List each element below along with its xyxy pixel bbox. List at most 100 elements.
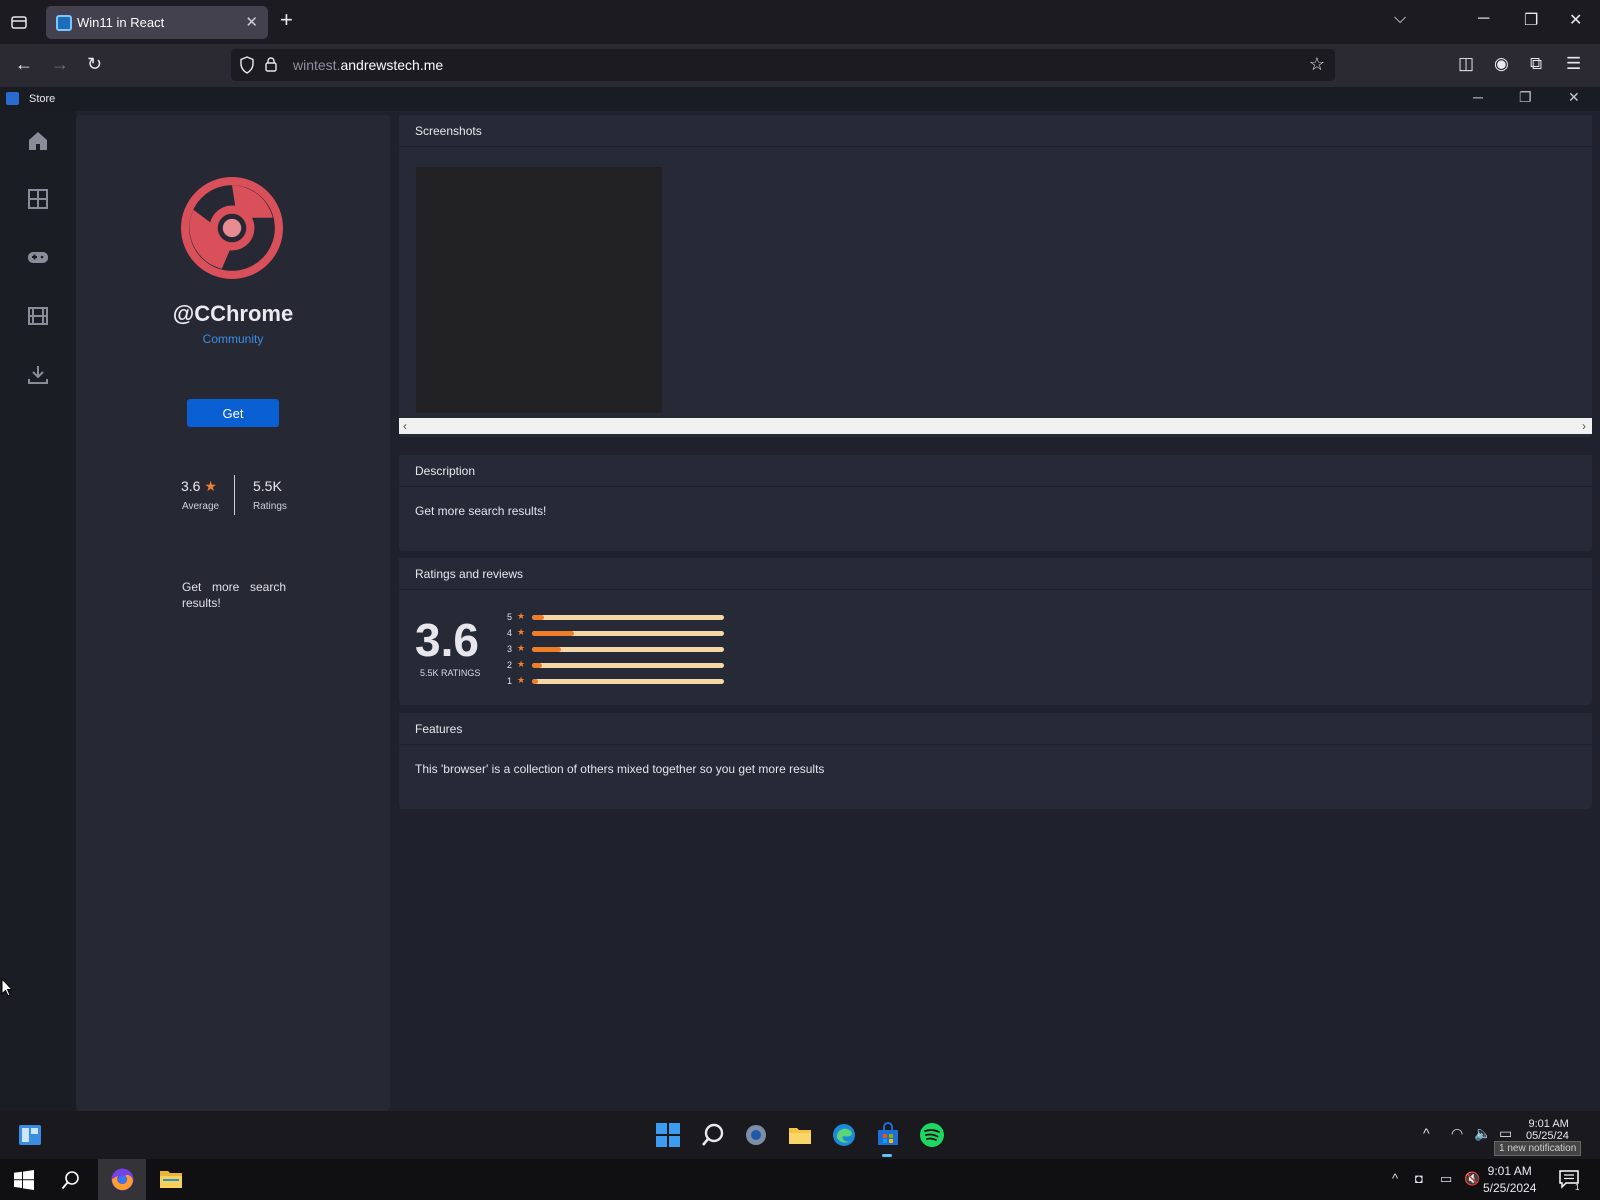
close-tab-icon[interactable]: ✕ — [245, 13, 258, 31]
minimize-icon[interactable]: ─ — [1478, 10, 1489, 28]
menu-icon[interactable]: ☰ — [1566, 54, 1581, 74]
screenshot-thumbnail[interactable] — [416, 167, 662, 413]
store-sidebar — [0, 111, 76, 1111]
meet-now-icon[interactable]: ◘ — [1415, 1171, 1423, 1186]
url-bar[interactable]: wintest.andrewstech.me ☆ — [231, 49, 1335, 81]
big-rating-label: 5.5K RATINGS — [420, 668, 481, 678]
battery-icon[interactable]: ▭ — [1499, 1125, 1512, 1142]
get-button[interactable]: Get — [187, 399, 279, 427]
features-text: This 'browser' is a collection of others… — [415, 762, 825, 776]
movies-icon[interactable] — [26, 304, 50, 328]
average-rating-label: Average — [182, 501, 220, 512]
app-info-panel: @CChrome Community Get 3.6 ★ Average 5.5… — [76, 115, 390, 1111]
store-window-title: Store — [29, 93, 56, 105]
host-start-icon[interactable] — [14, 1170, 34, 1190]
pocket-icon[interactable]: ◫ — [1458, 54, 1474, 74]
search-icon[interactable] — [700, 1122, 726, 1148]
settings-gear-icon[interactable] — [743, 1122, 769, 1148]
store-close-icon[interactable]: ✕ — [1568, 89, 1580, 106]
star-icon: ★ — [517, 675, 526, 685]
cchrome-logo-icon — [181, 177, 283, 279]
rating-bar-fill — [532, 615, 544, 620]
tray-chevron-icon[interactable]: ^ — [1423, 1125, 1430, 1141]
store-taskbar-icon[interactable] — [875, 1122, 901, 1148]
host-explorer-icon[interactable] — [159, 1168, 183, 1190]
browser-tab[interactable]: Win11 in React ✕ — [46, 6, 268, 39]
rating-bar-stars: 4 — [507, 628, 513, 638]
rating-bar-stars: 1 — [507, 676, 513, 686]
scroll-right-icon[interactable]: › — [1582, 418, 1586, 434]
new-tab-button[interactable]: + — [280, 9, 293, 31]
bookmark-star-icon[interactable]: ☆ — [1309, 54, 1325, 75]
big-rating-value: 3.6 — [415, 614, 479, 666]
rating-bar-fill — [532, 631, 575, 636]
gaming-icon[interactable] — [26, 245, 50, 269]
star-icon: ★ — [517, 611, 526, 621]
list-tabs-icon[interactable]: ⌵ — [1394, 10, 1406, 28]
shield-icon[interactable] — [239, 56, 255, 74]
back-icon[interactable]: ← — [15, 54, 33, 75]
account-icon[interactable]: ◉ — [1494, 54, 1509, 74]
tab-overview-icon[interactable] — [10, 13, 28, 31]
store-minimize-icon[interactable]: ─ — [1473, 89, 1483, 105]
rating-bar-fill — [532, 679, 538, 684]
browser-nav-bar: ← → ↻ wintest.andrewstech.me ☆ ◫ ◉ ⧉ ☰ — [0, 44, 1600, 87]
store-window: Store ─ ❐ ✕ @CChrome Community Get 3.6 ★… — [0, 87, 1600, 1111]
file-explorer-icon[interactable] — [787, 1122, 813, 1148]
home-icon[interactable] — [26, 129, 50, 153]
inner-clock[interactable]: 9:01 AM 05/25/24 — [1526, 1118, 1569, 1142]
rating-bar-stars: 3 — [507, 644, 513, 654]
scroll-left-icon[interactable]: ‹ — [403, 418, 407, 434]
lock-icon[interactable] — [264, 56, 278, 73]
features-section: Features This 'browser' is a collection … — [399, 713, 1592, 809]
publisher-link[interactable]: Community — [76, 332, 390, 346]
ratings-section: Ratings and reviews 3.6 5.5K RATINGS 5 ★ 4… — [399, 558, 1592, 705]
rating-bar-fill — [532, 663, 542, 668]
action-center-icon[interactable]: 1 — [1558, 1169, 1582, 1191]
download-icon[interactable] — [26, 363, 50, 387]
reload-icon[interactable]: ↻ — [87, 54, 102, 75]
host-clock[interactable]: 9:01 AM 5/25/2024 — [1483, 1163, 1536, 1197]
app-title: @CChrome — [172, 301, 294, 326]
tab-favicon-icon — [56, 15, 72, 31]
host-tray-chevron-icon[interactable]: ^ — [1392, 1171, 1398, 1186]
apps-icon[interactable] — [26, 187, 50, 211]
store-titlebar: Store ─ ❐ ✕ — [0, 87, 1600, 111]
mouse-cursor-icon — [1, 978, 13, 997]
forward-icon[interactable]: → — [51, 54, 69, 75]
start-windows-icon[interactable] — [655, 1122, 681, 1148]
host-volume-mute-icon[interactable]: 🔇 — [1464, 1171, 1480, 1187]
star-icon: ★ — [517, 659, 526, 669]
edge-icon[interactable] — [831, 1122, 857, 1148]
features-header: Features — [399, 713, 1592, 745]
rating-divider — [234, 475, 235, 515]
rating-bar-track — [532, 615, 724, 620]
description-header: Description — [399, 455, 1592, 487]
widgets-icon[interactable] — [17, 1122, 43, 1148]
rating-bar-track — [532, 647, 724, 652]
url-text: wintest.andrewstech.me — [293, 57, 444, 73]
rating-bar-stars: 5 — [507, 612, 513, 622]
network-icon[interactable]: ▭ — [1440, 1171, 1452, 1187]
rating-bar-track — [532, 631, 724, 636]
rating-bar-stars: 2 — [507, 660, 513, 670]
screenshots-section: Screenshots ‹ › — [399, 115, 1592, 437]
close-window-icon[interactable]: ✕ — [1569, 10, 1582, 30]
tab-title: Win11 in React — [77, 15, 165, 30]
ratings-count-label: Ratings — [253, 501, 287, 512]
active-app-indicator — [882, 1154, 892, 1157]
star-icon: ★ — [517, 643, 526, 653]
spotify-icon[interactable] — [919, 1122, 945, 1148]
host-search-icon[interactable] — [61, 1170, 81, 1190]
screenshots-scrollbar[interactable]: ‹ › — [399, 418, 1592, 434]
volume-icon[interactable]: 🔈 — [1474, 1125, 1491, 1142]
store-maximize-icon[interactable]: ❐ — [1519, 89, 1532, 106]
wifi-icon[interactable]: ◠ — [1451, 1125, 1463, 1142]
restore-icon[interactable]: ❐ — [1524, 10, 1538, 30]
ratings-count: 5.5K — [253, 478, 282, 494]
win11-taskbar: ^ ◠ 🔈 ▭ 9:01 AM 05/25/24 — [0, 1111, 1600, 1159]
firefox-icon[interactable] — [110, 1167, 135, 1192]
host-taskbar: ^ ◘ ▭ 🔇 9:01 AM 5/25/2024 1 — [0, 1159, 1600, 1200]
extensions-icon[interactable]: ⧉ — [1530, 54, 1542, 74]
description-text: Get more search results! — [415, 504, 547, 518]
